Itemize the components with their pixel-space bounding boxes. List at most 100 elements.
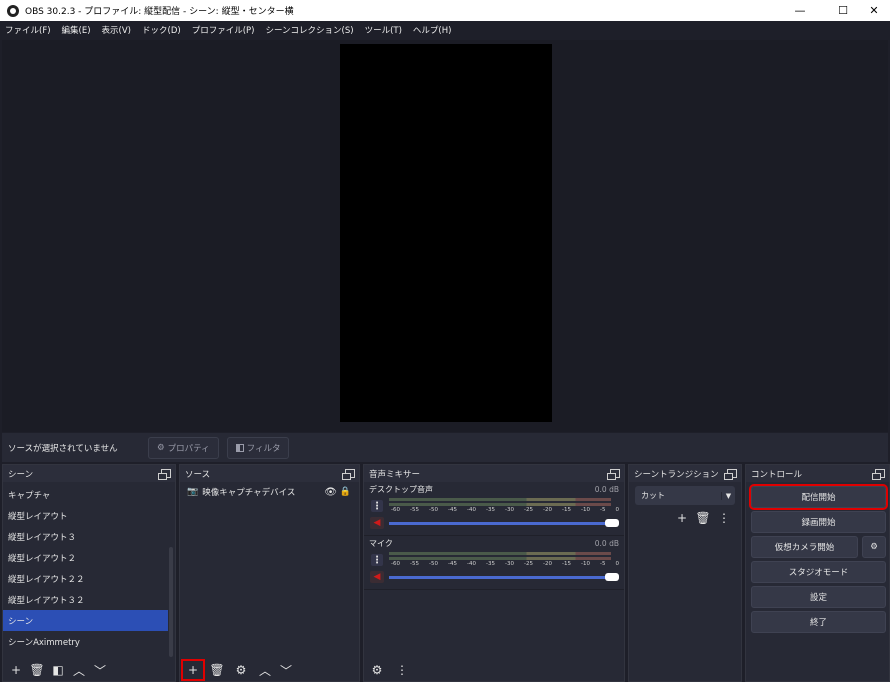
channel-name: デスクトップ音声 (369, 485, 433, 494)
menu-docks[interactable]: ドック(D) (142, 24, 181, 36)
remove-scene-trash-icon[interactable]: 🗑 (27, 661, 47, 679)
filters-button[interactable]: フィルタ (226, 436, 290, 459)
scale-tick: -25 (524, 561, 533, 567)
scene-scrollbar[interactable] (169, 547, 173, 657)
add-transition-plus-icon[interactable]: + (672, 509, 692, 527)
menu-scene-collection[interactable]: シーンコレクション(S) (265, 24, 353, 36)
start-virtual-camera-button[interactable]: 仮想カメラ開始 (751, 536, 858, 558)
close-button[interactable]: ✕ (856, 0, 890, 21)
source-item[interactable]: 📷 映像キャプチャデバイス 👁 🔒 (180, 482, 359, 502)
channel-name: マイク (369, 539, 393, 548)
preview-canvas[interactable] (340, 44, 552, 422)
menu-file[interactable]: ファイル(F) (5, 24, 51, 36)
sources-dock: ソース 📷 映像キャプチャデバイス 👁 🔒 + 🗑 ⚙ ︿ ﹀ (179, 464, 360, 682)
settings-button[interactable]: 設定 (751, 586, 886, 608)
menu-edit[interactable]: 編集(E) (62, 24, 91, 36)
volume-slider-handle[interactable] (605, 573, 619, 581)
dock-float-icon[interactable] (724, 469, 737, 480)
scene-item[interactable]: キャプチャ (3, 484, 175, 505)
add-source-plus-icon[interactable]: + (181, 659, 205, 681)
menu-tools[interactable]: ツール(T) (365, 24, 402, 36)
dock-float-icon[interactable] (342, 469, 355, 480)
audio-mixer-dock: 音声ミキサー デスクトップ音声 0.0 dB ⋮ -60 -55 -50 -45 -40… (363, 464, 625, 682)
scene-item[interactable]: 縦型レイアウト２２ (3, 568, 175, 589)
remove-transition-trash-icon[interactable]: 🗑 (693, 509, 713, 527)
scenes-header: シーン (3, 465, 175, 482)
transition-menu-kebab-icon[interactable]: ⋮ (714, 509, 734, 527)
add-scene-plus-icon[interactable]: + (6, 661, 26, 679)
source-down-chevron-icon[interactable]: ﹀ (276, 661, 296, 679)
transition-select[interactable]: カット ▼ (635, 486, 735, 505)
scale-tick: -15 (562, 561, 571, 567)
move-down-chevron-icon[interactable]: ﹀ (90, 661, 110, 679)
source-properties-gear-icon[interactable]: ⚙ (231, 661, 251, 679)
scale-tick: -20 (543, 507, 552, 513)
scale-tick: -5 (600, 561, 606, 567)
lock-icon[interactable]: 🔒 (340, 487, 351, 497)
no-source-label: ソースが選択されていません (8, 443, 118, 454)
advanced-audio-gear-icon[interactable]: ⚙ (367, 661, 387, 679)
scene-filters-icon[interactable]: ◧ (48, 661, 68, 679)
speaker-muted-icon[interactable]: ◀ (370, 517, 384, 529)
mixer-channel-desktop: デスクトップ音声 0.0 dB ⋮ -60 -55 -50 -45 -40 -35 -30-… (364, 482, 624, 536)
gear-icon: ⚙ (157, 442, 165, 453)
volume-slider-handle[interactable] (605, 519, 619, 527)
scale-tick: -50 (429, 507, 438, 513)
scene-item[interactable]: 縦型レイアウト (3, 505, 175, 526)
properties-button[interactable]: ⚙ プロパティ (148, 436, 219, 459)
transition-buttons: + 🗑 ⋮ (629, 509, 741, 527)
exit-button[interactable]: 終了 (751, 611, 886, 633)
scenes-title: シーン (8, 469, 34, 480)
dock-float-icon[interactable] (872, 469, 885, 480)
level-meter (389, 557, 611, 560)
mixer-title: 音声ミキサー (369, 469, 421, 480)
scene-item[interactable]: 縦型レイアウト３２ (3, 589, 175, 610)
transitions-title: シーントランジション (634, 469, 719, 480)
mixer-menu-kebab-icon[interactable]: ⋮ (392, 661, 412, 679)
scale-tick: -60 (391, 507, 400, 513)
eye-icon[interactable]: 👁 (324, 487, 337, 498)
scene-item[interactable]: シーンAximmetry (3, 631, 175, 652)
channel-menu-kebab-icon[interactable]: ⋮ (371, 500, 383, 512)
menu-view[interactable]: 表示(V) (102, 24, 131, 36)
speaker-muted-icon[interactable]: ◀ (370, 571, 384, 583)
start-streaming-button[interactable]: 配信開始 (749, 484, 888, 510)
scene-list: キャプチャ 縦型レイアウト 縦型レイアウト３ 縦型レイアウト２ 縦型レイアウト２… (3, 482, 175, 652)
scale-tick: -5 (600, 507, 606, 513)
volume-slider[interactable] (389, 522, 611, 525)
studio-mode-button[interactable]: スタジオモード (751, 561, 886, 583)
remove-source-trash-icon[interactable]: 🗑 (207, 661, 227, 679)
source-label: 映像キャプチャデバイス (202, 488, 296, 498)
menu-profile[interactable]: プロファイル(P) (192, 24, 255, 36)
level-meter (389, 503, 611, 506)
camera-icon: 📷 (187, 487, 199, 497)
chevron-down-icon: ▼ (721, 491, 735, 500)
filter-icon (235, 443, 244, 452)
virtual-camera-gear-icon[interactable]: ⚙ (862, 536, 886, 558)
scale-tick: -15 (562, 507, 571, 513)
source-toolbar: ソースが選択されていません ⚙ プロパティ フィルタ (2, 433, 888, 462)
dock-float-icon[interactable] (158, 469, 171, 480)
window-title: OBS 30.2.3 - プロファイル: 縦型配信 - シーン: 縦型・センター… (25, 7, 294, 17)
scene-item-active[interactable]: シーン (3, 610, 168, 631)
source-up-chevron-icon[interactable]: ︿ (255, 661, 275, 679)
channel-menu-kebab-icon[interactable]: ⋮ (371, 554, 383, 566)
scale-tick: -25 (524, 507, 533, 513)
move-up-chevron-icon[interactable]: ︿ (69, 661, 89, 679)
scale-tick: -55 (410, 507, 419, 513)
volume-slider[interactable] (389, 576, 611, 579)
controls-dock: コントロール 配信開始 録画開始 仮想カメラ開始 ⚙ スタジオモード 設定 終了 (745, 464, 890, 682)
mixer-header: 音声ミキサー (364, 465, 624, 482)
scene-item[interactable]: 縦型レイアウト３ (3, 526, 175, 547)
menu-help[interactable]: ヘルプ(H) (413, 24, 452, 36)
scenes-dock: シーン キャプチャ 縦型レイアウト 縦型レイアウト３ 縦型レイアウト２ 縦型レイ… (2, 464, 176, 682)
dock-float-icon[interactable] (607, 469, 620, 480)
meter-scale: -60 -55 -50 -45 -40 -35 -30 -25 -20 -15 -10 -5 0 (391, 561, 619, 567)
minimize-button[interactable]: — (782, 0, 818, 21)
scale-tick: -45 (448, 561, 457, 567)
scene-item[interactable]: 縦型レイアウト２ (3, 547, 175, 568)
sources-toolbar: + 🗑 ⚙ ︿ ﹀ (180, 659, 297, 681)
virtual-cam-row: 仮想カメラ開始 ⚙ (751, 536, 886, 558)
channel-db: 0.0 dB (594, 485, 619, 494)
start-recording-button[interactable]: 録画開始 (751, 511, 886, 533)
